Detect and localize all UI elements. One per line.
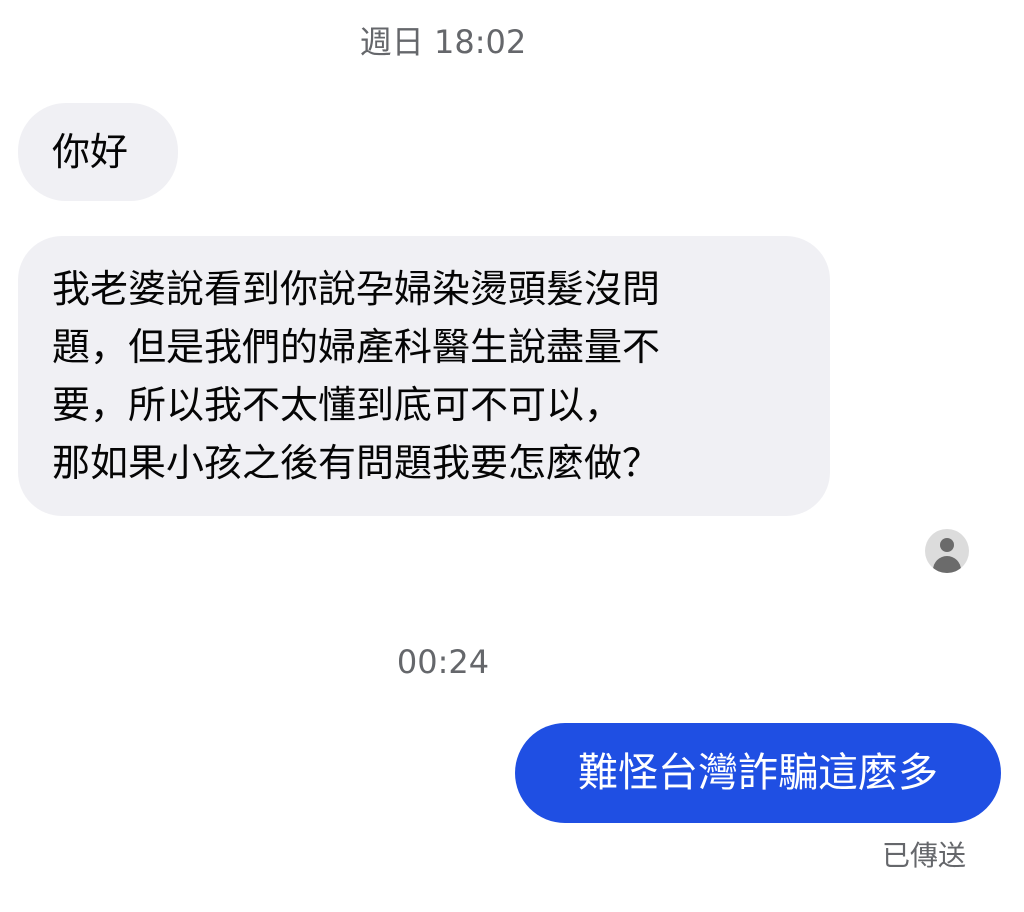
message-sent-status: 已傳送 <box>881 839 966 872</box>
message-text-line: 題，但是我們的婦產科醫生說盡量不 <box>52 325 661 369</box>
timestamp: 週日 18:02 <box>359 23 527 61</box>
outgoing-message-bubble[interactable]: 難怪台灣詐騙這麼多 <box>515 723 1001 823</box>
message-text-line: 要，所以我不太懂到底可不可以， <box>52 383 623 427</box>
message-text: 你好 <box>52 130 129 174</box>
user-avatar-icon[interactable] <box>925 529 969 573</box>
message-text: 難怪台灣詐騙這麼多 <box>578 750 938 796</box>
avatar-shoulders-shape <box>933 556 961 573</box>
message-text-line: 我老婆說看到你說孕婦染燙頭髮沒問 <box>52 267 661 311</box>
timestamp: 00:24 <box>396 643 490 681</box>
incoming-message-bubble[interactable]: 我老婆說看到你說孕婦染燙頭髮沒問 題，但是我們的婦產科醫生說盡量不 要，所以我不… <box>18 236 830 516</box>
incoming-message-bubble[interactable]: 你好 <box>18 103 178 201</box>
avatar-head-shape <box>940 538 954 552</box>
message-text-line: 那如果小孩之後有問題我要怎麼做？ <box>52 441 661 485</box>
